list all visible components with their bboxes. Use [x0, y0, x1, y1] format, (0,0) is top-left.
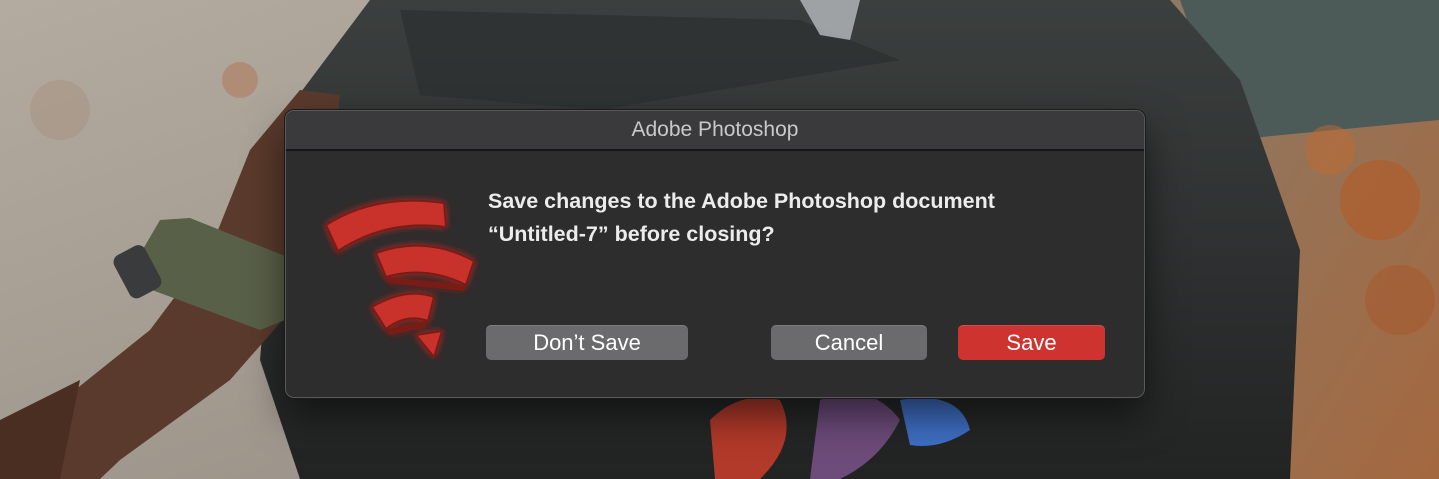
dialog-title: Adobe Photoshop: [631, 118, 799, 141]
message-line-2: “Untitled-7” before closing?: [488, 222, 775, 246]
dialog-message: Save changes to the Adobe Photoshop docu…: [488, 185, 1128, 251]
wifi-signal-red-icon: [324, 199, 476, 360]
dont-save-button[interactable]: Don’t Save: [486, 325, 688, 360]
dialog-titlebar: Adobe Photoshop: [286, 111, 1144, 151]
message-line-1: Save changes to the Adobe Photoshop docu…: [488, 189, 995, 213]
save-button[interactable]: Save: [958, 325, 1105, 360]
save-changes-dialog: Adobe Photoshop Save changes to the Adob…: [286, 111, 1144, 397]
cancel-button[interactable]: Cancel: [771, 325, 927, 360]
